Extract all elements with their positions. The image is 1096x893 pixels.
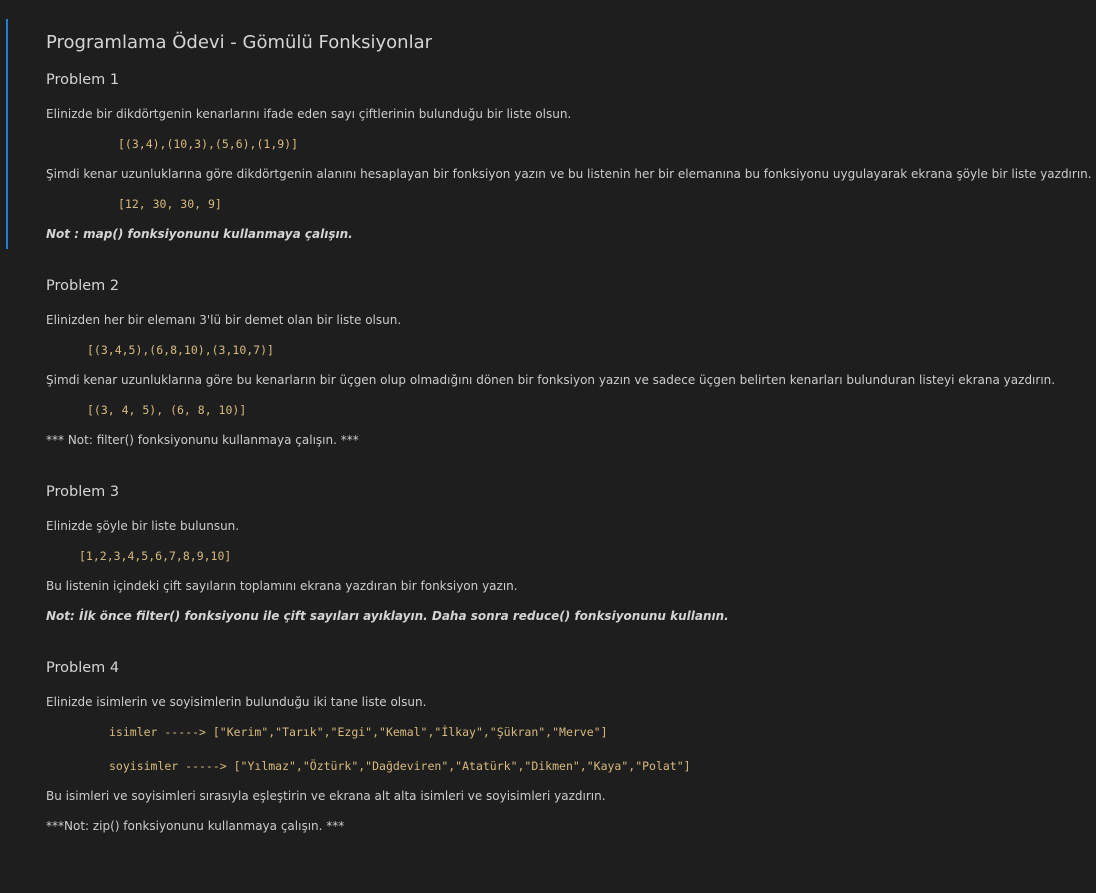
problem-1-code-output: [12, 30, 30, 9] (118, 197, 222, 211)
problem-2-note: *** Not: filter() fonksiyonunu kullanmay… (46, 433, 359, 447)
problem-1-heading: Problem 1 (46, 72, 120, 88)
problem-3-heading: Problem 3 (46, 484, 120, 500)
problem-4-intro: Elinizde isimlerin ve soyisimlerin bulun… (46, 695, 427, 709)
problem-4-code-names: isimler -----> ["Kerim","Tarık","Ezgi","… (109, 725, 608, 739)
problem-2-task: Şimdi kenar uzunluklarına göre bu kenarl… (46, 373, 1056, 387)
problem-2-intro: Elinizden her bir elemanı 3'lü bir demet… (46, 313, 402, 327)
problem-3-task: Bu listenin içindeki çift sayıların topl… (46, 579, 518, 593)
problem-4-note: ***Not: zip() fonksiyonunu kullanmaya ça… (46, 819, 345, 833)
cell-focus-indicator (6, 19, 8, 249)
problem-3-note: Not: İlk önce filter() fonksiyonu ile çi… (46, 609, 729, 623)
problem-4-task: Bu isimleri ve soyisimleri sırasıyla eşl… (46, 789, 606, 803)
problem-1-intro: Elinizde bir dikdörtgenin kenarlarını if… (46, 107, 572, 121)
problem-2-heading: Problem 2 (46, 278, 120, 294)
problem-3-code-input: [1,2,3,4,5,6,7,8,9,10] (79, 549, 232, 563)
problem-2-code-input: [(3,4,5),(6,8,10),(3,10,7)] (87, 343, 274, 357)
problem-4-code-surnames: soyisimler -----> ["Yılmaz","Öztürk","Da… (109, 759, 691, 773)
problem-2-code-output: [(3, 4, 5), (6, 8, 10)] (87, 403, 247, 417)
problem-4-heading: Problem 4 (46, 660, 120, 676)
problem-1-note: Not : map() fonksiyonunu kullanmaya çalı… (46, 227, 353, 241)
problem-1-code-input: [(3,4),(10,3),(5,6),(1,9)] (118, 137, 299, 151)
problem-3-intro: Elinizde şöyle bir liste bulunsun. (46, 519, 240, 533)
page-title: Programlama Ödevi - Gömülü Fonksiyonlar (46, 32, 432, 53)
problem-1-task: Şimdi kenar uzunluklarına göre dikdörtge… (46, 167, 1092, 181)
